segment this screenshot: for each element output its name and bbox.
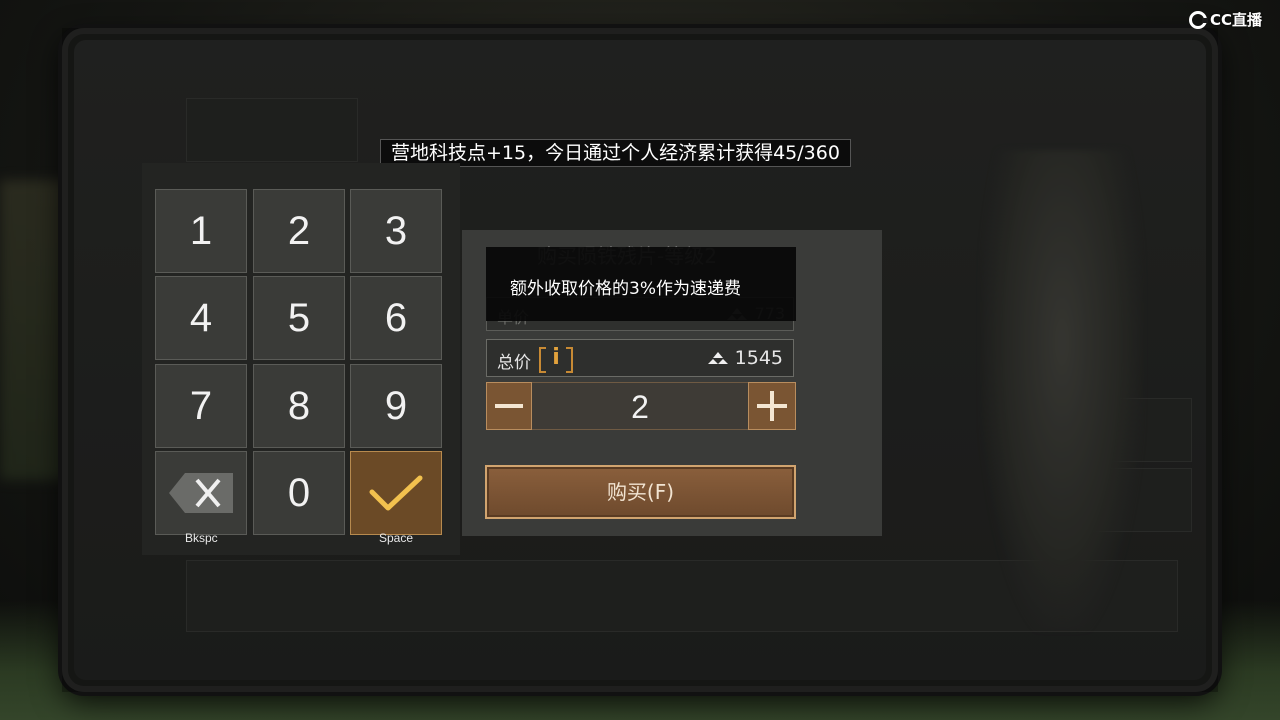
fee-tooltip-text: 额外收取价格的3%作为速递费 — [510, 279, 741, 299]
key-6[interactable]: 6 — [350, 276, 442, 360]
backspace-icon — [169, 473, 233, 513]
quantity-stepper: 2 — [486, 382, 796, 430]
total-price-row: 总价 i 1545 — [486, 339, 794, 377]
watermark-text: CC直播 — [1209, 11, 1262, 29]
confirm-key[interactable] — [350, 451, 442, 535]
key-0[interactable]: 0 — [253, 451, 345, 535]
minus-icon — [495, 404, 523, 408]
total-price: 1545 — [707, 347, 783, 369]
key-1[interactable]: 1 — [155, 189, 247, 273]
total-label: 总价 — [497, 353, 531, 373]
key-3[interactable]: 3 — [350, 189, 442, 273]
cc-logo-icon — [1188, 10, 1208, 29]
fee-tooltip: 额外收取价格的3%作为速递费 — [486, 247, 796, 321]
increase-button[interactable] — [748, 382, 796, 430]
plus-icon — [757, 391, 787, 421]
total-price-value: 1545 — [734, 347, 783, 369]
key-8[interactable]: 8 — [253, 364, 345, 448]
key-7[interactable]: 7 — [155, 364, 247, 448]
numeric-keypad: 1 2 3 4 5 6 7 8 9 0 Bkspc Space — [142, 163, 460, 555]
info-icon[interactable]: i — [539, 345, 573, 373]
checkmark-icon — [369, 475, 423, 511]
key-5[interactable]: 5 — [253, 276, 345, 360]
backspace-key[interactable] — [155, 451, 247, 535]
backspace-hint: Bkspc — [185, 531, 218, 545]
watermark-logo: CC直播 — [1188, 9, 1262, 30]
quantity-value[interactable]: 2 — [532, 382, 748, 430]
buy-button[interactable]: 购买(F) — [485, 465, 796, 519]
key-9[interactable]: 9 — [350, 364, 442, 448]
key-4[interactable]: 4 — [155, 276, 247, 360]
decrease-button[interactable] — [486, 382, 532, 430]
key-2[interactable]: 2 — [253, 189, 345, 273]
confirm-hint: Space — [379, 531, 414, 545]
currency-icon — [707, 352, 728, 364]
